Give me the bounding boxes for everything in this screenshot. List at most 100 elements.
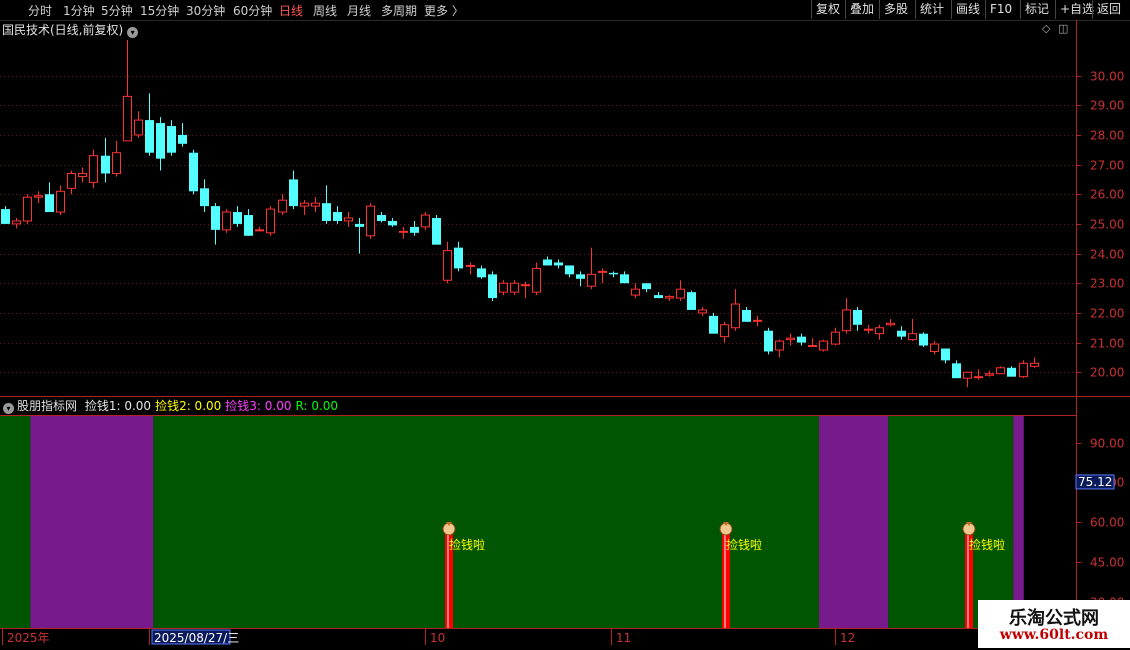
chevron-down-icon[interactable]: ▾ — [3, 403, 14, 414]
candle — [477, 265, 486, 279]
candle — [244, 209, 253, 236]
candle — [941, 348, 950, 364]
candle — [598, 268, 607, 284]
candle-body — [78, 172, 87, 177]
candle — [410, 220, 419, 236]
candle — [145, 93, 154, 156]
candle-body — [388, 220, 397, 226]
indicator-background — [0, 416, 1024, 628]
candle — [333, 206, 342, 224]
candle — [344, 212, 353, 227]
chart-corner-tools: ◇ ◫ — [1042, 22, 1068, 35]
candle — [919, 332, 928, 348]
candle-body — [333, 212, 342, 221]
candle-body — [797, 336, 806, 343]
candle — [156, 117, 165, 171]
price-tick-label: 23.00 — [1090, 277, 1124, 291]
candle — [399, 226, 408, 239]
candle-body — [101, 155, 110, 174]
price-tick-label: 29.00 — [1090, 99, 1124, 113]
candle — [78, 167, 87, 183]
candle-body — [366, 205, 375, 237]
candle-body — [808, 345, 817, 348]
chevron-down-icon[interactable]: ▾ — [127, 27, 139, 38]
price-tick-label: 26.00 — [1090, 188, 1124, 202]
candle — [963, 371, 972, 388]
candle — [488, 271, 497, 302]
diamond-icon[interactable]: ◇ — [1042, 22, 1050, 35]
candle-body — [764, 330, 773, 352]
candle — [134, 111, 143, 138]
candle — [289, 170, 298, 210]
candle-body — [278, 199, 287, 213]
candle — [432, 215, 441, 245]
candle-body — [576, 274, 585, 279]
date-label: 10 — [430, 631, 445, 645]
candle — [742, 306, 751, 322]
candle — [222, 209, 231, 233]
candle — [543, 256, 552, 266]
indicator-value: R: 0.00 — [295, 399, 339, 413]
panel-toggle-icon[interactable]: ◫ — [1058, 22, 1068, 35]
price-tick-label: 24.00 — [1090, 248, 1124, 262]
candle-body — [300, 202, 309, 207]
cursor-date-label: 2025/08/27/三 — [154, 631, 239, 645]
price-axis: 30.00 29.00 28.00 27.00 26.00 25.00 24.00 23.00… — [1076, 70, 1124, 380]
candle — [720, 321, 729, 343]
candle-body — [930, 343, 939, 352]
candle — [764, 327, 773, 355]
signal-label: 捡钱啦 — [449, 537, 485, 552]
candle-body — [145, 120, 154, 153]
candle — [952, 360, 961, 379]
candle-body — [123, 95, 132, 142]
candle-body — [289, 179, 298, 207]
candle — [123, 40, 132, 142]
candle — [101, 137, 110, 183]
candle — [676, 280, 685, 302]
candle — [421, 212, 430, 230]
candle-body — [377, 215, 386, 221]
candle-body — [23, 196, 32, 222]
candle-body — [432, 217, 441, 245]
candle — [189, 149, 198, 195]
indicator-tick-label: 90.00 — [1090, 437, 1124, 451]
candle-body — [819, 340, 828, 351]
signal-label: 捡钱啦 — [969, 537, 1005, 552]
candle-body — [233, 212, 242, 224]
candle-body — [985, 373, 994, 376]
candle-body — [12, 220, 21, 225]
candle-body — [786, 337, 795, 341]
candle-body — [34, 195, 43, 198]
candle-body — [720, 324, 729, 338]
candle-body — [941, 348, 950, 361]
candle — [266, 206, 275, 236]
candle — [996, 366, 1005, 375]
candle — [897, 326, 906, 340]
candle-body — [709, 315, 718, 334]
candle — [56, 185, 65, 216]
indicator-axis: 90.0075.0060.0045.0030.0075.12 — [1075, 437, 1124, 610]
candle — [808, 338, 817, 348]
current-value-label: 75.12 — [1078, 475, 1112, 489]
candle-body — [211, 206, 220, 230]
candle-body — [222, 211, 231, 231]
price-tick-label: 22.00 — [1090, 307, 1124, 321]
indicator-name: 股朋指标网 — [17, 399, 78, 413]
candle-body — [598, 270, 607, 273]
candle-body — [908, 333, 917, 341]
candle-body — [410, 226, 419, 233]
indicator-band — [1013, 416, 1024, 628]
candle — [864, 324, 873, 334]
indicator-value: 捡钱3: 0.00 — [225, 399, 292, 413]
candle-body — [89, 155, 98, 183]
candle-body — [510, 282, 519, 293]
candle-body — [886, 322, 895, 326]
date-axis: 2025年 2025/08/27/三 10 11 12 — [2, 629, 855, 645]
candle-body — [134, 119, 143, 136]
candle-body — [355, 223, 364, 227]
candle — [521, 281, 530, 299]
candle-body — [488, 274, 497, 299]
candle — [731, 289, 740, 331]
candle — [322, 185, 331, 224]
candle-body — [466, 264, 475, 267]
